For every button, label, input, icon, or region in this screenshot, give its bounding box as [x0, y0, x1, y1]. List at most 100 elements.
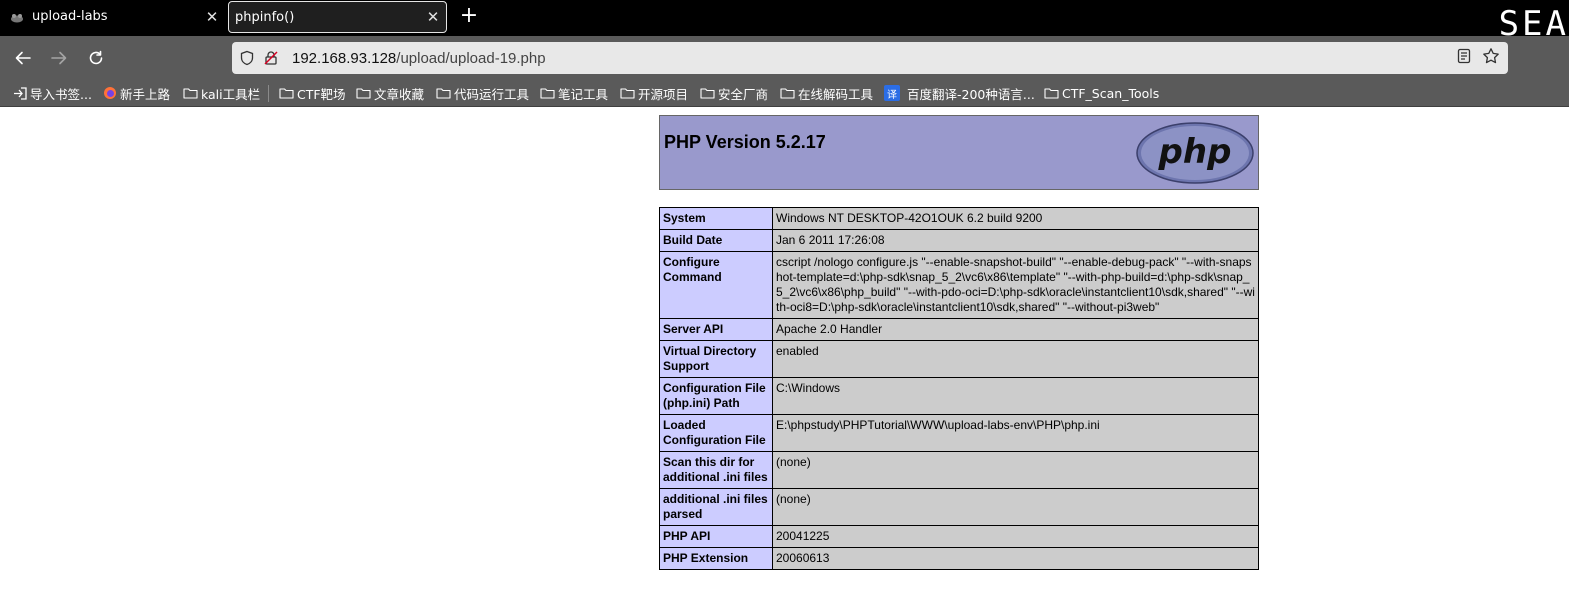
bookmark-label: 在线解码工具	[798, 86, 874, 102]
bookmark-folder-ctf-scan-tools[interactable]: CTF_Scan_Tools	[1044, 80, 1159, 106]
bookmark-getting-started[interactable]: 新手上路	[102, 80, 170, 106]
new-tab-button[interactable]: +	[455, 2, 483, 30]
bookmark-label: 文章收藏	[374, 86, 425, 102]
row-value: Windows NT DESKTOP-42O1OUK 6.2 build 920…	[772, 207, 1259, 230]
url-path: /upload/upload-19.php	[396, 49, 546, 67]
url-text[interactable]: 192.168.93.128/upload/upload-19.php	[292, 50, 1456, 67]
bookmark-label: kali工具栏	[201, 86, 261, 102]
tab-label: upload-labs	[32, 9, 108, 24]
folder-icon	[700, 87, 715, 100]
reload-icon	[89, 50, 103, 65]
table-row: Loaded Configuration File E:\phpstudy\PH…	[659, 414, 1259, 452]
insecure-lock-icon[interactable]	[262, 49, 280, 67]
bookmarks-toolbar: 导入书签... 新手上路 kali工具栏 CTF靶场 文章收藏 代码运行工具 笔…	[0, 80, 1569, 107]
bookmark-star-icon[interactable]	[1482, 47, 1500, 69]
table-row: PHP API 20041225	[659, 525, 1259, 548]
row-value: Apache 2.0 Handler	[772, 318, 1259, 341]
row-label: Loaded Configuration File	[659, 414, 773, 452]
bookmark-label: 导入书签...	[30, 86, 92, 102]
folder-icon	[780, 87, 795, 100]
bookmark-folder-notes[interactable]: 笔记工具	[540, 80, 608, 106]
url-host: 192.168.93.128	[292, 49, 397, 67]
folder-icon	[540, 87, 555, 100]
bookmark-folder-code-tools[interactable]: 代码运行工具	[436, 80, 529, 106]
phpinfo-table: System Windows NT DESKTOP-42O1OUK 6.2 bu…	[659, 207, 1259, 570]
row-value: (none)	[772, 451, 1259, 489]
tracking-shield-icon[interactable]	[238, 49, 256, 67]
php-version-header: PHP Version 5.2.17 php	[659, 115, 1259, 190]
bookmark-label: 代码运行工具	[454, 86, 530, 102]
page-content: PHP Version 5.2.17 php System Windows NT…	[0, 107, 1569, 589]
bookmark-folder-articles[interactable]: 文章收藏	[356, 80, 424, 106]
back-button[interactable]	[11, 46, 35, 70]
table-row: Server API Apache 2.0 Handler	[659, 318, 1259, 341]
row-value: (none)	[772, 488, 1259, 526]
php-logo-text: php	[1158, 132, 1232, 172]
bookmark-label: CTF靶场	[297, 86, 346, 102]
table-row: Configure Command cscript /nologo config…	[659, 251, 1259, 319]
table-row: Configuration File (php.ini) Path C:\Win…	[659, 377, 1259, 415]
table-row: Scan this dir for additional .ini files …	[659, 451, 1259, 489]
folder-icon	[279, 87, 294, 100]
folder-icon	[436, 87, 451, 100]
tab-label: phpinfo()	[235, 9, 295, 25]
import-icon	[12, 86, 27, 100]
bookmark-folder-ctf[interactable]: CTF靶场	[279, 80, 346, 106]
tab-phpinfo[interactable]: phpinfo() ✕	[228, 1, 447, 33]
bookmark-label: CTF_Scan_Tools	[1062, 85, 1160, 101]
bookmark-folder-vendors[interactable]: 安全厂商	[700, 80, 768, 106]
bookmark-label: 百度翻译-200种语言...	[907, 86, 1035, 102]
row-label: PHP Extension	[659, 547, 773, 570]
row-label: Server API	[659, 318, 773, 341]
folder-icon	[356, 87, 371, 100]
tab-bar: upload-labs ✕ phpinfo() ✕ + SEA	[0, 0, 1569, 44]
table-row: PHP Extension 20060613	[659, 547, 1259, 570]
row-label: Configuration File (php.ini) Path	[659, 377, 773, 415]
row-value: E:\phpstudy\PHPTutorial\WWW\upload-labs-…	[772, 414, 1259, 452]
bookmark-label: 新手上路	[120, 86, 171, 102]
row-label: additional .ini files parsed	[659, 488, 773, 526]
row-value: C:\Windows	[772, 377, 1259, 415]
bookmarks-separator	[268, 85, 269, 102]
forward-button[interactable]	[47, 46, 71, 70]
address-bar[interactable]: 192.168.93.128/upload/upload-19.php	[232, 42, 1508, 74]
folder-icon	[620, 87, 635, 100]
bookmark-label: 安全厂商	[718, 86, 769, 102]
row-label: Build Date	[659, 229, 773, 252]
row-value: 20041225	[772, 525, 1259, 548]
folder-icon	[183, 87, 198, 100]
row-label: Configure Command	[659, 251, 773, 319]
tab-upload-labs[interactable]: upload-labs ✕	[0, 0, 225, 33]
php-logo: php	[1136, 122, 1254, 184]
folder-icon	[1044, 87, 1059, 100]
bookmark-folder-kali[interactable]: kali工具栏	[183, 80, 260, 106]
url-actions	[1456, 47, 1500, 69]
arrow-left-icon	[15, 51, 31, 65]
reader-view-icon[interactable]	[1456, 48, 1472, 68]
row-label: System	[659, 207, 773, 230]
bookmark-folder-open-source[interactable]: 开源项目	[620, 80, 688, 106]
table-row: Virtual Directory Support enabled	[659, 340, 1259, 378]
row-value: enabled	[772, 340, 1259, 378]
row-label: PHP API	[659, 525, 773, 548]
row-value: cscript /nologo configure.js "--enable-s…	[772, 251, 1259, 319]
navigation-bar: 192.168.93.128/upload/upload-19.php	[0, 36, 1569, 80]
firefox-icon	[102, 87, 117, 100]
row-label: Scan this dir for additional .ini files	[659, 451, 773, 489]
bookmark-folder-decode-tools[interactable]: 在线解码工具	[780, 80, 873, 106]
table-row: additional .ini files parsed (none)	[659, 488, 1259, 526]
close-tab-icon[interactable]: ✕	[199, 8, 225, 26]
bookmark-label: 开源项目	[638, 86, 689, 102]
close-tab-icon[interactable]: ✕	[420, 8, 446, 26]
translate-icon: 译	[884, 85, 900, 101]
bookmark-baidu-translate[interactable]: 译 百度翻译-200种语言...	[884, 80, 1035, 106]
bookmark-import[interactable]: 导入书签...	[12, 80, 92, 106]
site-favicon-icon	[10, 11, 24, 23]
table-row: System Windows NT DESKTOP-42O1OUK 6.2 bu…	[659, 207, 1259, 230]
row-value: Jan 6 2011 17:26:08	[772, 229, 1259, 252]
reload-button[interactable]	[84, 46, 108, 70]
row-label: Virtual Directory Support	[659, 340, 773, 378]
page-title: PHP Version 5.2.17	[664, 132, 826, 152]
bookmark-label: 笔记工具	[558, 86, 609, 102]
table-row: Build Date Jan 6 2011 17:26:08	[659, 229, 1259, 252]
